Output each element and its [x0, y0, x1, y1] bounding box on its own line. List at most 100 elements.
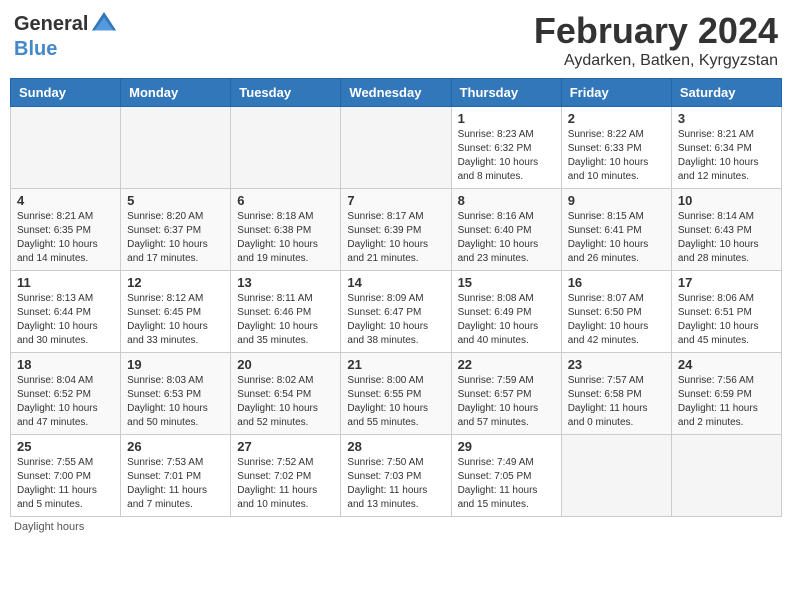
day-cell: 27Sunrise: 7:52 AM Sunset: 7:02 PM Dayli…	[231, 435, 341, 517]
day-info: Sunrise: 8:21 AM Sunset: 6:34 PM Dayligh…	[678, 128, 775, 184]
day-info: Sunrise: 8:02 AM Sunset: 6:54 PM Dayligh…	[237, 374, 334, 430]
day-number: 21	[347, 357, 444, 372]
day-number: 9	[568, 193, 665, 208]
col-header-friday: Friday	[561, 79, 671, 107]
logo: General	[14, 10, 118, 38]
day-cell	[121, 107, 231, 189]
calendar-subtitle: Aydarken, Batken, Kyrgyzstan	[534, 52, 778, 70]
day-cell: 12 Sunrise: 8:12 AM Sunset: 6:45 PM Dayli…	[121, 271, 231, 353]
day-info: Sunrise: 8:22 AM Sunset: 6:33 PM Dayligh…	[568, 128, 665, 184]
day-cell: 25 Sunrise: 7:55 AM Sunset: 7:00 PM Dayli…	[11, 435, 121, 517]
day-cell: 10 Sunrise: 8:14 AM Sunset: 6:43 PM Dayli…	[671, 189, 781, 271]
day-cell: 8 Sunrise: 8:16 AM Sunset: 6:40 PM Daylig…	[451, 189, 561, 271]
day-number: 1	[458, 111, 555, 126]
col-header-monday: Monday	[121, 79, 231, 107]
day-cell: 13Sunrise: 8:11 AM Sunset: 6:46 PM Dayli…	[231, 271, 341, 353]
day-number: 25	[17, 439, 114, 454]
day-info: Sunrise: 8:00 AM Sunset: 6:55 PM Dayligh…	[347, 374, 444, 430]
day-cell: 19 Sunrise: 8:03 AM Sunset: 6:53 PM Dayli…	[121, 353, 231, 435]
day-info: Sunrise: 7:49 AM Sunset: 7:05 PM Dayligh…	[458, 456, 555, 512]
day-cell	[11, 107, 121, 189]
day-cell: 23 Sunrise: 7:57 AM Sunset: 6:58 PM Dayli…	[561, 353, 671, 435]
day-number: 7	[347, 193, 444, 208]
day-cell: 3Sunrise: 8:21 AM Sunset: 6:34 PM Daylig…	[671, 107, 781, 189]
logo-blue-text: Blue	[14, 38, 57, 61]
day-cell	[341, 107, 451, 189]
week-row-3: 11 Sunrise: 8:13 AM Sunset: 6:44 PM Dayli…	[11, 271, 782, 353]
title-area: February 2024 Aydarken, Batken, Kyrgyzst…	[534, 10, 778, 70]
day-number: 29	[458, 439, 555, 454]
day-cell	[671, 435, 781, 517]
day-info: Sunrise: 8:11 AM Sunset: 6:46 PM Dayligh…	[237, 292, 334, 348]
logo-area: General Blue	[14, 10, 118, 61]
day-number: 8	[458, 193, 555, 208]
day-cell: 24Sunrise: 7:56 AM Sunset: 6:59 PM Dayli…	[671, 353, 781, 435]
day-number: 10	[678, 193, 775, 208]
day-info: Sunrise: 8:23 AM Sunset: 6:32 PM Dayligh…	[458, 128, 555, 184]
day-cell: 4 Sunrise: 8:21 AM Sunset: 6:35 PM Daylig…	[11, 189, 121, 271]
week-row-5: 25 Sunrise: 7:55 AM Sunset: 7:00 PM Dayli…	[11, 435, 782, 517]
day-cell: 5 Sunrise: 8:20 AM Sunset: 6:37 PM Daylig…	[121, 189, 231, 271]
logo-icon	[90, 10, 118, 38]
day-info: Sunrise: 8:08 AM Sunset: 6:49 PM Dayligh…	[458, 292, 555, 348]
day-cell: 22 Sunrise: 7:59 AM Sunset: 6:57 PM Dayli…	[451, 353, 561, 435]
day-number: 24	[678, 357, 775, 372]
week-row-4: 18Sunrise: 8:04 AM Sunset: 6:52 PM Dayli…	[11, 353, 782, 435]
day-cell: 29 Sunrise: 7:49 AM Sunset: 7:05 PM Dayli…	[451, 435, 561, 517]
day-info: Sunrise: 7:57 AM Sunset: 6:58 PM Dayligh…	[568, 374, 665, 430]
day-number: 15	[458, 275, 555, 290]
day-info: Sunrise: 8:09 AM Sunset: 6:47 PM Dayligh…	[347, 292, 444, 348]
day-number: 16	[568, 275, 665, 290]
col-header-saturday: Saturday	[671, 79, 781, 107]
day-cell: 14 Sunrise: 8:09 AM Sunset: 6:47 PM Dayli…	[341, 271, 451, 353]
col-header-sunday: Sunday	[11, 79, 121, 107]
day-number: 12	[127, 275, 224, 290]
day-number: 5	[127, 193, 224, 208]
day-cell: 16 Sunrise: 8:07 AM Sunset: 6:50 PM Dayli…	[561, 271, 671, 353]
day-info: Sunrise: 7:53 AM Sunset: 7:01 PM Dayligh…	[127, 456, 224, 512]
day-cell	[231, 107, 341, 189]
day-number: 26	[127, 439, 224, 454]
day-number: 6	[237, 193, 334, 208]
header: General Blue February 2024 Aydarken, Bat…	[10, 10, 782, 70]
day-info: Sunrise: 7:52 AM Sunset: 7:02 PM Dayligh…	[237, 456, 334, 512]
day-info: Sunrise: 8:20 AM Sunset: 6:37 PM Dayligh…	[127, 210, 224, 266]
day-number: 17	[678, 275, 775, 290]
day-cell: 6 Sunrise: 8:18 AM Sunset: 6:38 PM Daylig…	[231, 189, 341, 271]
day-info: Sunrise: 8:15 AM Sunset: 6:41 PM Dayligh…	[568, 210, 665, 266]
day-cell: 9 Sunrise: 8:15 AM Sunset: 6:41 PM Daylig…	[561, 189, 671, 271]
day-info: Sunrise: 8:07 AM Sunset: 6:50 PM Dayligh…	[568, 292, 665, 348]
day-info: Sunrise: 8:13 AM Sunset: 6:44 PM Dayligh…	[17, 292, 114, 348]
col-header-wednesday: Wednesday	[341, 79, 451, 107]
day-number: 11	[17, 275, 114, 290]
logo-general-text: General	[14, 13, 88, 36]
week-row-1: 1 Sunrise: 8:23 AM Sunset: 6:32 PM Daylig…	[11, 107, 782, 189]
day-cell	[561, 435, 671, 517]
day-info: Sunrise: 7:59 AM Sunset: 6:57 PM Dayligh…	[458, 374, 555, 430]
calendar-title: February 2024	[534, 10, 778, 52]
day-info: Sunrise: 8:12 AM Sunset: 6:45 PM Dayligh…	[127, 292, 224, 348]
day-info: Sunrise: 7:55 AM Sunset: 7:00 PM Dayligh…	[17, 456, 114, 512]
day-number: 14	[347, 275, 444, 290]
day-cell: 7Sunrise: 8:17 AM Sunset: 6:39 PM Daylig…	[341, 189, 451, 271]
day-number: 20	[237, 357, 334, 372]
day-info: Sunrise: 8:03 AM Sunset: 6:53 PM Dayligh…	[127, 374, 224, 430]
day-cell: 28Sunrise: 7:50 AM Sunset: 7:03 PM Dayli…	[341, 435, 451, 517]
day-number: 28	[347, 439, 444, 454]
day-info: Sunrise: 8:21 AM Sunset: 6:35 PM Dayligh…	[17, 210, 114, 266]
day-info: Sunrise: 8:14 AM Sunset: 6:43 PM Dayligh…	[678, 210, 775, 266]
day-info: Sunrise: 8:04 AM Sunset: 6:52 PM Dayligh…	[17, 374, 114, 430]
day-cell: 20 Sunrise: 8:02 AM Sunset: 6:54 PM Dayli…	[231, 353, 341, 435]
footer-note: Daylight hours	[10, 521, 782, 533]
day-info: Sunrise: 8:18 AM Sunset: 6:38 PM Dayligh…	[237, 210, 334, 266]
day-number: 23	[568, 357, 665, 372]
week-row-2: 4 Sunrise: 8:21 AM Sunset: 6:35 PM Daylig…	[11, 189, 782, 271]
calendar-table: SundayMondayTuesdayWednesdayThursdayFrid…	[10, 78, 782, 517]
col-header-thursday: Thursday	[451, 79, 561, 107]
day-number: 22	[458, 357, 555, 372]
day-info: Sunrise: 8:16 AM Sunset: 6:40 PM Dayligh…	[458, 210, 555, 266]
day-number: 4	[17, 193, 114, 208]
day-number: 19	[127, 357, 224, 372]
day-cell: 11 Sunrise: 8:13 AM Sunset: 6:44 PM Dayli…	[11, 271, 121, 353]
day-cell: 17Sunrise: 8:06 AM Sunset: 6:51 PM Dayli…	[671, 271, 781, 353]
